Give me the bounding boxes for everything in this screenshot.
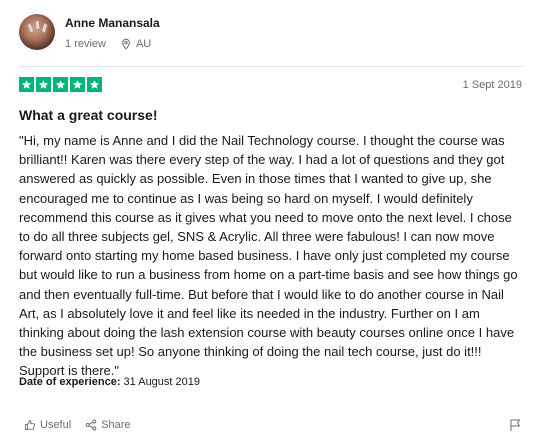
avatar-detail xyxy=(34,19,41,31)
report-button[interactable] xyxy=(509,418,522,432)
avatar-detail xyxy=(26,22,35,34)
review-card: Anne Manansala 1 review AU 1 Sept 2019 W… xyxy=(0,0,542,447)
review-count: 1 review xyxy=(65,38,106,50)
share-button[interactable]: Share xyxy=(85,419,131,431)
avatar[interactable] xyxy=(19,14,55,50)
avatar-detail xyxy=(40,22,49,34)
share-label: Share xyxy=(101,419,131,431)
star-icon xyxy=(53,77,68,92)
reviewer-location: AU xyxy=(135,38,152,50)
thumbs-up-icon xyxy=(25,420,35,430)
divider xyxy=(19,66,523,67)
experience-date: 31 August 2019 xyxy=(123,376,201,388)
review-actions: Useful Share xyxy=(24,419,131,431)
experience-label: Date of experience: xyxy=(19,376,121,388)
reviewer-header: Anne Manansala 1 review AU xyxy=(19,14,160,50)
review-date: 1 Sept 2019 xyxy=(462,79,522,91)
map-pin-icon xyxy=(120,38,132,50)
reviewer-meta: 1 review AU xyxy=(65,38,160,50)
star-icon xyxy=(87,77,102,92)
review-body: "Hi, my name is Anne and I did the Nail … xyxy=(19,133,518,379)
star-icon xyxy=(36,77,51,92)
reviewer-info: Anne Manansala 1 review AU xyxy=(65,16,160,50)
useful-label: Useful xyxy=(40,419,72,431)
review-title[interactable]: What a great course! xyxy=(19,107,157,123)
useful-button[interactable]: Useful xyxy=(24,419,71,431)
star-icon xyxy=(70,77,85,92)
date-of-experience: Date of experience: 31 August 2019 xyxy=(19,376,200,388)
share-icon xyxy=(85,419,97,431)
flag-icon xyxy=(510,419,520,431)
star-icon xyxy=(19,77,34,92)
star-rating xyxy=(19,77,102,92)
reviewer-name[interactable]: Anne Manansala xyxy=(65,16,160,32)
